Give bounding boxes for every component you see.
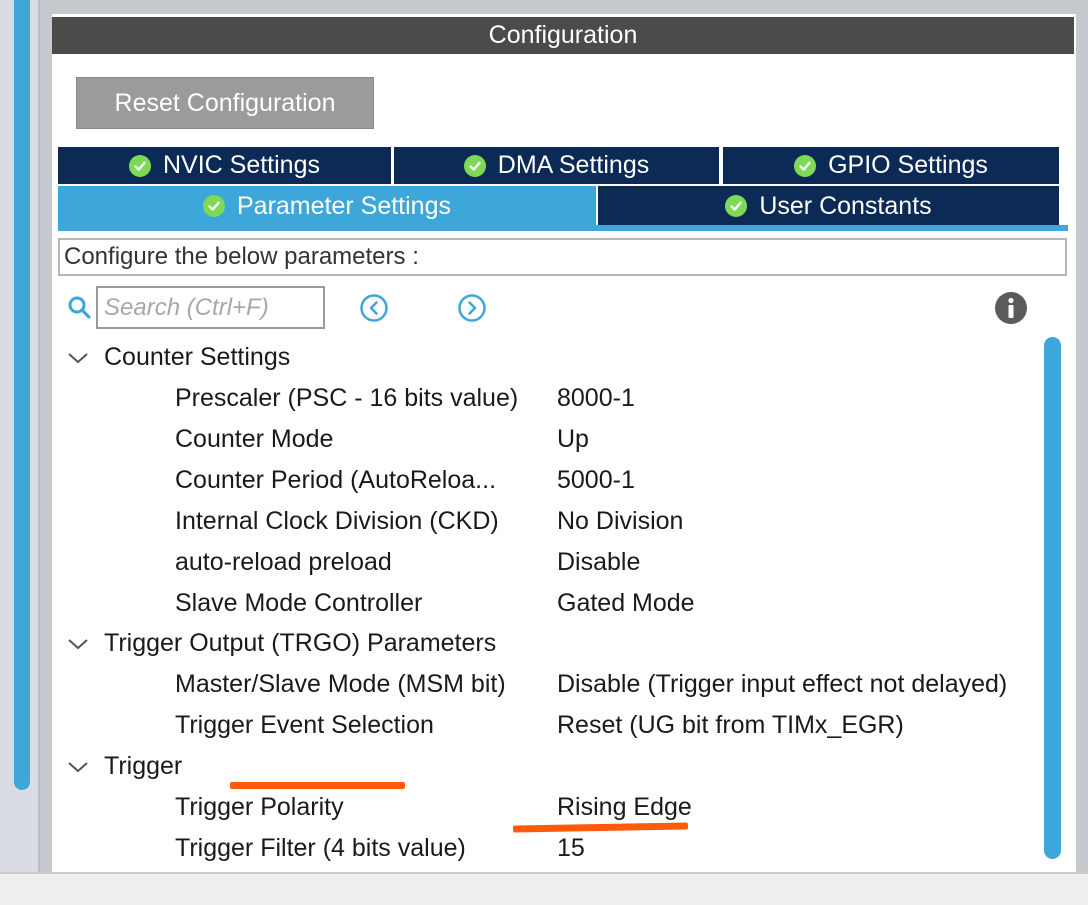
tab-user-constants[interactable]: User Constants	[598, 186, 1059, 226]
param-row-trigger-filter[interactable]: Trigger Filter (4 bits value) 15	[0, 828, 1040, 869]
top-band	[40, 0, 1088, 14]
check-icon	[463, 154, 486, 177]
check-icon	[128, 154, 151, 177]
check-icon	[794, 154, 817, 177]
tab-label: User Constants	[759, 191, 932, 220]
param-value[interactable]: 8000-1	[557, 384, 635, 413]
param-value[interactable]: Gated Mode	[557, 589, 695, 618]
prev-arrow-icon[interactable]	[359, 293, 389, 328]
description-text: Configure the below parameters :	[64, 243, 419, 270]
reset-configuration-label: Reset Configuration	[114, 88, 336, 117]
tab-gpio-settings[interactable]: GPIO Settings	[723, 147, 1059, 184]
group-label: Trigger Output (TRGO) Parameters	[104, 629, 497, 657]
info-icon[interactable]	[994, 291, 1028, 330]
param-row-slave-mode-controller[interactable]: Slave Mode Controller Gated Mode	[0, 583, 1040, 624]
tab-label: GPIO Settings	[828, 151, 988, 179]
chevron-down-icon	[66, 351, 92, 365]
param-value[interactable]: Rising Edge	[557, 793, 692, 822]
param-value[interactable]: 5000-1	[557, 466, 635, 495]
param-row-trigger-polarity[interactable]: Trigger Polarity Rising Edge	[0, 787, 1040, 828]
configuration-title: Configuration	[488, 21, 638, 49]
tab-dma-settings[interactable]: DMA Settings	[394, 147, 719, 184]
param-row-auto-reload-preload[interactable]: auto-reload preload Disable	[0, 542, 1040, 583]
param-name: Internal Clock Division (CKD)	[175, 507, 499, 535]
param-row-clock-division[interactable]: Internal Clock Division (CKD) No Divisio…	[0, 501, 1040, 542]
param-value[interactable]: Up	[557, 425, 589, 454]
param-row-trigger-event-selection[interactable]: Trigger Event Selection Reset (UG bit fr…	[0, 705, 1040, 746]
parameters-scrollbar[interactable]	[1044, 337, 1061, 859]
bottom-strip	[0, 872, 1088, 905]
chevron-down-icon	[66, 637, 92, 651]
check-icon	[725, 195, 748, 217]
tab-label: NVIC Settings	[162, 151, 320, 179]
parameters-description: Configure the below parameters :	[58, 238, 1067, 276]
check-icon	[203, 195, 225, 217]
param-name: Prescaler (PSC - 16 bits value)	[175, 384, 519, 412]
param-row-counter-period[interactable]: Counter Period (AutoReloa... 5000-1	[0, 460, 1040, 501]
annotation-underline	[230, 782, 405, 789]
param-name: Slave Mode Controller	[175, 589, 423, 617]
param-value[interactable]: 15	[557, 834, 585, 863]
search-input[interactable]	[96, 286, 325, 329]
param-name: Master/Slave Mode (MSM bit)	[175, 670, 506, 698]
group-trigger-output[interactable]: Trigger Output (TRGO) Parameters	[66, 623, 496, 664]
group-label: Trigger	[104, 752, 183, 780]
group-label: Counter Settings	[104, 343, 291, 371]
tab-nvic-settings[interactable]: NVIC Settings	[58, 147, 391, 184]
param-name: Counter Period (AutoReloa...	[175, 466, 497, 494]
search-icon[interactable]	[67, 295, 93, 326]
next-arrow-icon[interactable]	[457, 293, 487, 328]
tab-label: Parameter Settings	[237, 191, 451, 220]
param-name: Trigger Polarity	[175, 793, 344, 821]
param-value[interactable]: Disable (Trigger input effect not delaye…	[557, 670, 1007, 699]
param-row-prescaler[interactable]: Prescaler (PSC - 16 bits value) 8000-1	[0, 378, 1040, 419]
tab-parameter-settings[interactable]: Parameter Settings	[58, 186, 596, 226]
param-value[interactable]: Disable	[557, 548, 640, 577]
chevron-down-icon	[66, 760, 92, 774]
active-tab-underline	[58, 225, 1068, 231]
param-name: Trigger Event Selection	[175, 711, 434, 739]
param-value[interactable]: No Division	[557, 507, 683, 536]
param-name: Counter Mode	[175, 425, 334, 453]
group-trigger[interactable]: Trigger	[66, 746, 182, 787]
param-name: auto-reload preload	[175, 548, 392, 576]
tab-label: DMA Settings	[497, 151, 650, 179]
param-row-master-slave-mode[interactable]: Master/Slave Mode (MSM bit) Disable (Tri…	[0, 664, 1040, 705]
group-counter-settings[interactable]: Counter Settings	[66, 337, 290, 378]
param-row-counter-mode[interactable]: Counter Mode Up	[0, 419, 1040, 460]
reset-configuration-button[interactable]: Reset Configuration	[76, 77, 374, 129]
configuration-header: Configuration	[52, 17, 1074, 54]
param-name: Trigger Filter (4 bits value)	[175, 834, 466, 862]
param-value[interactable]: Reset (UG bit from TIMx_EGR)	[557, 711, 904, 740]
